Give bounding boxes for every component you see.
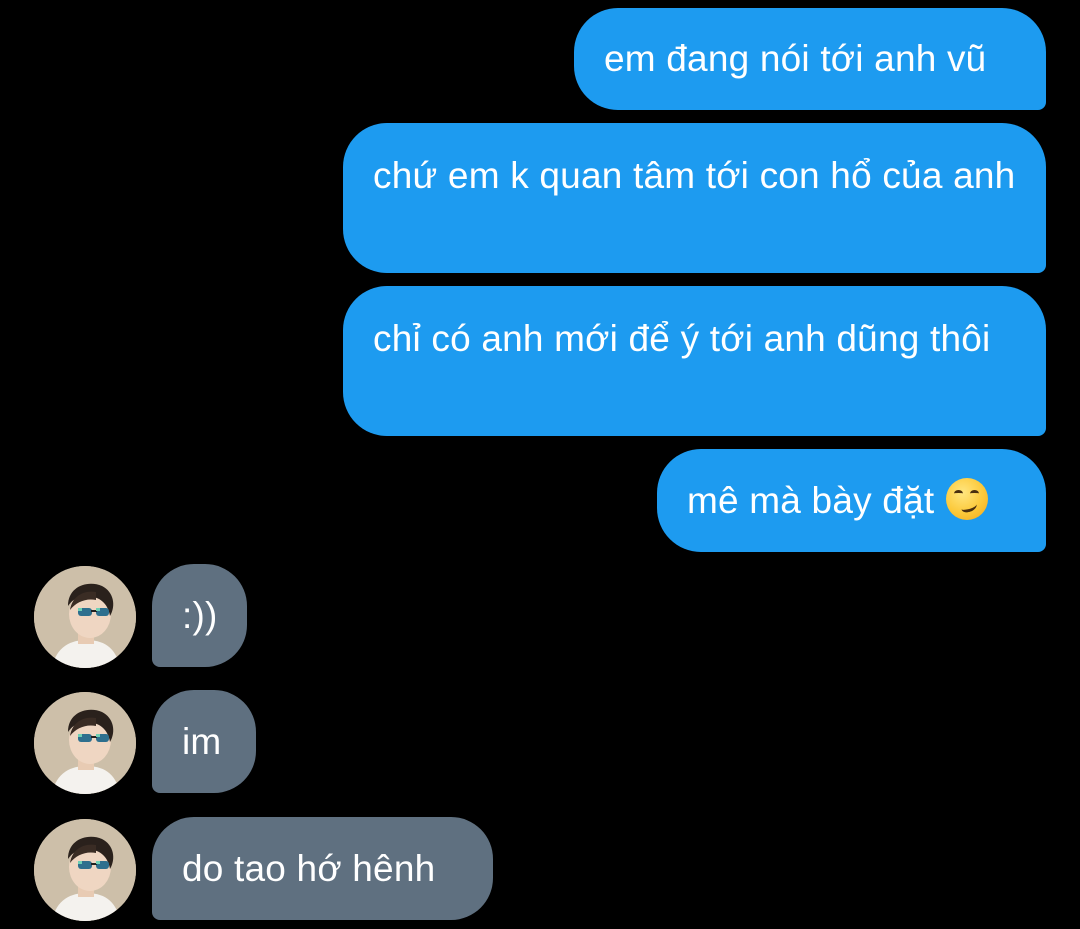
incoming-message-bubble[interactable]: :)) (152, 564, 247, 667)
contact-avatar[interactable] (34, 692, 136, 794)
message-text: chỉ có anh mới để ý tới anh dũng thôi (373, 318, 991, 359)
outgoing-message-bubble[interactable]: chỉ có anh mới để ý tới anh dũng thôi (343, 286, 1046, 436)
outgoing-message-bubble[interactable]: mê mà bày đặt (657, 449, 1046, 552)
incoming-message-bubble[interactable]: im (152, 690, 256, 793)
message-text-row: mê mà bày đặt (687, 449, 1016, 552)
incoming-message-bubble[interactable]: do tao hớ hênh (152, 817, 493, 920)
message-text: mê mà bày đặt (687, 479, 935, 521)
chat-thread: em đang nói tới anh vũ chứ em k quan tâm… (0, 0, 1080, 929)
contact-avatar[interactable] (34, 819, 136, 921)
message-text: chứ em k quan tâm tới con hổ của anh (373, 155, 1016, 196)
outgoing-message-bubble[interactable]: chứ em k quan tâm tới con hổ của anh (343, 123, 1046, 273)
outgoing-message-bubble[interactable]: em đang nói tới anh vũ (574, 8, 1046, 110)
smirking-face-icon (946, 477, 989, 520)
message-text: em đang nói tới anh vũ (604, 38, 987, 79)
message-text: im (182, 720, 222, 762)
contact-avatar[interactable] (34, 566, 136, 668)
message-text: :)) (182, 594, 218, 636)
message-text: do tao hớ hênh (182, 847, 436, 889)
